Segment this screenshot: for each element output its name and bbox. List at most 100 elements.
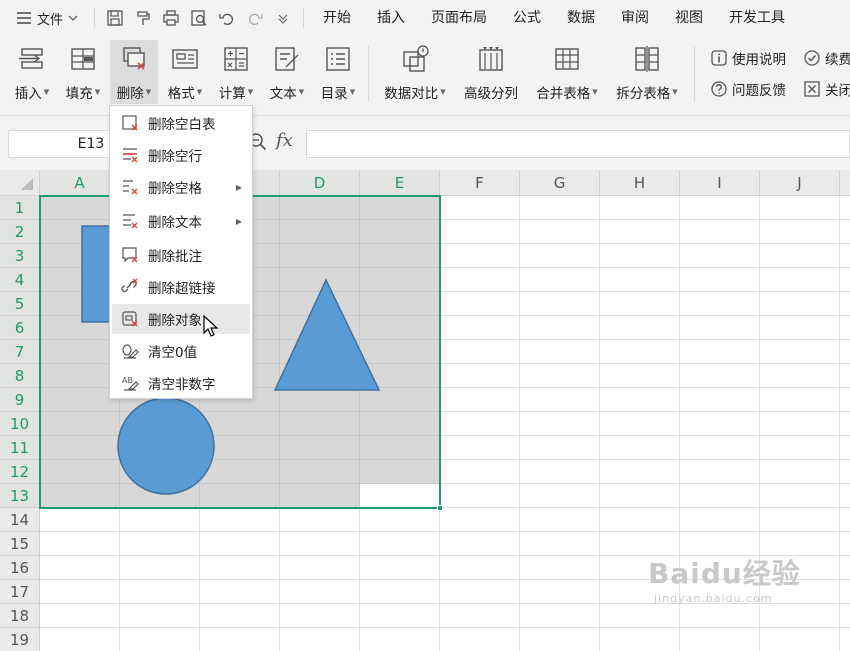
data-compare-icon: [399, 40, 431, 78]
close-button[interactable]: 关闭: [803, 79, 850, 99]
row-header-5[interactable]: 5: [0, 292, 40, 316]
circle-shape[interactable]: [114, 394, 218, 498]
save-icon[interactable]: [101, 4, 129, 32]
row-header-17[interactable]: 17: [0, 580, 40, 604]
row-header-10[interactable]: 10: [0, 412, 40, 436]
advanced-split-button[interactable]: 高级分列: [459, 40, 523, 104]
watermark-logo: Baidu经验: [648, 557, 801, 590]
format-painter-icon[interactable]: [129, 4, 157, 32]
menu-item-label: 清空非数字: [148, 377, 216, 393]
caret-down-icon: ▼: [247, 88, 254, 96]
row-header-9[interactable]: 9: [0, 388, 40, 412]
print-icon[interactable]: [157, 4, 185, 32]
tab-data[interactable]: 数据: [554, 0, 608, 36]
triangle-shape[interactable]: [272, 278, 382, 392]
caret-down-icon: ▼: [43, 88, 50, 96]
row-header-3[interactable]: 3: [0, 244, 40, 268]
tab-formulas[interactable]: 公式: [500, 0, 554, 36]
undo-icon[interactable]: [213, 4, 241, 32]
insert-button-label: 插入: [14, 86, 42, 102]
tab-insert[interactable]: 插入: [364, 0, 418, 36]
menu-item-delete-text[interactable]: 删除文本 ▶: [112, 206, 250, 236]
feedback-button[interactable]: 问题反馈: [710, 79, 786, 99]
row-header-6[interactable]: 6: [0, 316, 40, 340]
watermark: Baidu经验 jingyan.baidu.com: [648, 552, 801, 605]
close-label: 关闭: [825, 83, 850, 99]
data-compare-button[interactable]: 数据对比 ▼: [378, 40, 452, 104]
row-header-7[interactable]: 7: [0, 340, 40, 364]
row-header-12[interactable]: 12: [0, 460, 40, 484]
fill-handle[interactable]: [437, 505, 443, 511]
menu-item-delete-spaces[interactable]: 删除空格 ▶: [112, 172, 250, 202]
comment-delete-icon: [112, 246, 148, 264]
column-header-h[interactable]: H: [600, 170, 680, 196]
column-header-f[interactable]: F: [440, 170, 520, 196]
caret-down-icon: ▼: [592, 88, 598, 96]
split-table-label: 拆分表格: [616, 86, 671, 102]
checkmark-icon: [803, 49, 821, 67]
help-button[interactable]: 使用说明: [710, 48, 786, 68]
chevron-down-icon: [68, 14, 78, 22]
calculate-button-label: 计算: [218, 86, 246, 102]
row-header-2[interactable]: 2: [0, 220, 40, 244]
tab-review[interactable]: 审阅: [608, 0, 662, 36]
column-header-g[interactable]: G: [520, 170, 600, 196]
help-label: 使用说明: [732, 52, 786, 68]
toc-button[interactable]: 目录 ▼: [314, 40, 362, 104]
text-button[interactable]: 文本 ▼: [264, 40, 310, 104]
row-header-8[interactable]: 8: [0, 364, 40, 388]
caret-down-icon: ▼: [349, 88, 356, 96]
column-header-j[interactable]: J: [760, 170, 840, 196]
row-header-15[interactable]: 15: [0, 532, 40, 556]
separator: [368, 46, 369, 102]
column-header-d[interactable]: D: [280, 170, 360, 196]
menu-item-delete-hyperlinks[interactable]: 删除超链接: [112, 272, 250, 302]
row-header-1[interactable]: 1: [0, 196, 40, 220]
menu-item-label: 删除批注: [148, 249, 202, 265]
separator: [694, 46, 695, 102]
row-header-16[interactable]: 16: [0, 556, 40, 580]
svg-text:AB: AB: [122, 376, 133, 385]
row-header-13[interactable]: 13: [0, 484, 40, 508]
column-header-e[interactable]: E: [360, 170, 440, 196]
menu-item-delete-blank-rows[interactable]: 删除空行: [112, 140, 250, 170]
merge-tables-button[interactable]: 合并表格 ▼: [530, 40, 604, 104]
column-header-k[interactable]: [840, 170, 850, 196]
tab-home[interactable]: 开始: [310, 0, 364, 36]
redo-icon[interactable]: [241, 4, 269, 32]
format-button[interactable]: 格式 ▼: [162, 40, 208, 104]
customize-toolbar-icon[interactable]: [269, 4, 297, 32]
ribbon-toolbar: 插入 ▼ 填充 ▼ 删除 ▼ 格式 ▼ 计算 ▼ 文本 ▼ 目录 ▼ 数据对比 …: [0, 36, 850, 116]
data-compare-label: 数据对比: [384, 86, 439, 102]
toc-list-icon: [323, 40, 353, 78]
row-header-11[interactable]: 11: [0, 436, 40, 460]
row-header-4[interactable]: 4: [0, 268, 40, 292]
tab-view[interactable]: 视图: [662, 0, 716, 36]
formula-input[interactable]: [306, 130, 850, 158]
delete-button[interactable]: 删除 ▼: [110, 40, 158, 104]
row-header-18[interactable]: 18: [0, 604, 40, 628]
row-header-14[interactable]: 14: [0, 508, 40, 532]
column-header-i[interactable]: I: [680, 170, 760, 196]
column-header-a[interactable]: A: [40, 170, 120, 196]
tab-developer[interactable]: 开发工具: [716, 0, 798, 36]
print-preview-icon[interactable]: [185, 4, 213, 32]
calculate-button[interactable]: 计算 ▼: [213, 40, 259, 104]
fx-icon[interactable]: fx: [276, 130, 293, 151]
menu-bar: 文件 开始 插入 页面布局 公式 数据 审阅 视图 开发工具: [0, 0, 850, 36]
fill-button[interactable]: 填充 ▼: [60, 40, 106, 104]
select-all-corner[interactable]: [0, 170, 40, 196]
caret-down-icon: ▼: [94, 88, 101, 96]
menu-item-delete-objects[interactable]: 删除对象...: [112, 304, 250, 334]
menu-item-clear-non-numeric[interactable]: AB 清空非数字: [112, 368, 250, 398]
menu-item-delete-comments[interactable]: 删除批注: [112, 240, 250, 270]
mouse-cursor-icon: [203, 315, 219, 337]
tab-page-layout[interactable]: 页面布局: [418, 0, 500, 36]
insert-button[interactable]: 插入 ▼: [8, 40, 56, 104]
menu-item-delete-blank-sheets[interactable]: 删除空白表: [112, 108, 250, 138]
row-header-19[interactable]: 19: [0, 628, 40, 651]
file-menu[interactable]: 文件: [0, 0, 88, 36]
menu-item-clear-zero-values[interactable]: 清空0值: [112, 336, 250, 366]
renew-button[interactable]: 续费: [803, 48, 850, 68]
split-table-button[interactable]: 拆分表格 ▼: [610, 40, 684, 104]
